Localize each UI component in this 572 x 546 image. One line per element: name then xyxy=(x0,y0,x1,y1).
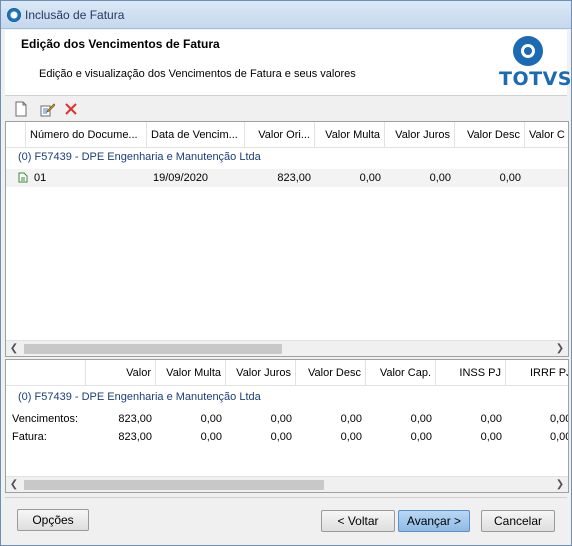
label-column-header xyxy=(6,360,86,386)
edit-icon[interactable] xyxy=(39,101,56,117)
column-header[interactable]: Valor Desc xyxy=(296,360,366,386)
options-button[interactable]: Opções xyxy=(17,509,89,531)
cell-valor-multa: 0,00 xyxy=(359,172,381,184)
cell-value: 823,00 xyxy=(118,413,152,425)
cell-data-vencimento: 19/09/2020 xyxy=(153,172,209,184)
cell-value: 0,00 xyxy=(270,413,292,425)
column-header[interactable]: INSS PJ xyxy=(436,360,506,386)
column-header[interactable]: Valor C xyxy=(525,122,568,148)
column-header[interactable]: Valor Cap. xyxy=(366,360,436,386)
cell-value: 823,00 xyxy=(118,431,152,443)
cell-value: 0,00 xyxy=(270,431,292,443)
group-label[interactable]: (0) F57439 - DPE Engenharia e Manutenção… xyxy=(18,391,261,403)
cell-value: 0,00 xyxy=(550,431,568,443)
cell-value: 0,00 xyxy=(410,431,432,443)
scroll-right-icon[interactable]: ❯ xyxy=(552,341,568,356)
grid-header: Número do Docume... Data de Vencim... Va… xyxy=(6,122,568,148)
scroll-left-icon[interactable]: ❮ xyxy=(6,341,22,356)
delete-icon[interactable] xyxy=(63,101,79,117)
row-label: Fatura: xyxy=(12,431,47,443)
cell-value: 0,00 xyxy=(480,431,502,443)
group-label[interactable]: (0) F57439 - DPE Engenharia e Manutenção… xyxy=(18,151,261,163)
new-document-icon[interactable] xyxy=(13,101,29,117)
column-header[interactable]: IRRF PJ xyxy=(506,360,568,386)
window-title: Inclusão de Fatura xyxy=(25,8,125,22)
cell-value: 0,00 xyxy=(410,413,432,425)
totals-grid: Valor Valor Multa Valor Juros Valor Desc… xyxy=(5,359,569,493)
cell-value: 0,00 xyxy=(340,413,362,425)
vencimentos-grid: Número do Docume... Data de Vencim... Va… xyxy=(5,121,569,357)
dialog-window: Inclusão de Fatura Edição dos Vencimento… xyxy=(0,0,572,546)
cell-value: 0,00 xyxy=(550,413,568,425)
column-header[interactable]: Valor Juros xyxy=(226,360,296,386)
horizontal-scrollbar[interactable]: ❮ ❯ xyxy=(6,340,568,356)
row-selector-header xyxy=(6,122,26,148)
table-row: Fatura: 823,00 0,00 0,00 0,00 0,00 0,00 … xyxy=(6,428,568,446)
wizard-header: Edição dos Vencimentos de Fatura Edição … xyxy=(5,30,571,96)
toolbar xyxy=(5,98,567,120)
next-button[interactable]: Avançar > xyxy=(398,510,470,532)
page-subtitle: Edição e visualização dos Vencimentos de… xyxy=(39,68,356,80)
column-header[interactable]: Data de Vencim... xyxy=(147,122,245,148)
table-row: Vencimentos: 823,00 0,00 0,00 0,00 0,00 … xyxy=(6,410,568,428)
column-header[interactable]: Valor Juros xyxy=(385,122,455,148)
scroll-left-icon[interactable]: ❮ xyxy=(6,477,22,492)
totvs-logo: TOTVS xyxy=(499,36,571,92)
table-row[interactable]: 01 19/09/2020 823,00 0,00 0,00 0,00 xyxy=(6,169,568,187)
scrollbar-thumb[interactable] xyxy=(24,344,282,354)
cancel-button[interactable]: Cancelar xyxy=(481,510,555,532)
cell-value: 0,00 xyxy=(480,413,502,425)
cell-numero: 01 xyxy=(34,172,47,184)
page-title: Edição dos Vencimentos de Fatura xyxy=(21,37,220,51)
app-icon xyxy=(7,8,21,22)
cell-value: 0,00 xyxy=(200,413,222,425)
back-button[interactable]: < Voltar xyxy=(321,510,395,532)
grid-header: Valor Valor Multa Valor Juros Valor Desc… xyxy=(6,360,568,386)
column-header[interactable]: Valor Multa xyxy=(156,360,226,386)
scrollbar-thumb[interactable] xyxy=(24,480,324,490)
column-header[interactable]: Valor Multa xyxy=(315,122,385,148)
row-label: Vencimentos: xyxy=(12,413,79,425)
title-bar: Inclusão de Fatura xyxy=(1,1,571,29)
horizontal-scrollbar[interactable]: ❮ ❯ xyxy=(6,476,568,492)
cell-value: 0,00 xyxy=(200,431,222,443)
column-header[interactable]: Valor xyxy=(86,360,156,386)
cell-valor-desc: 0,00 xyxy=(499,172,521,184)
column-header[interactable]: Número do Docume... xyxy=(26,122,147,148)
logo-text: TOTVS xyxy=(499,68,572,90)
cell-valor-juros: 0,00 xyxy=(429,172,451,184)
cell-valor-original: 823,00 xyxy=(277,172,311,184)
logo-mark-icon xyxy=(513,36,543,66)
scroll-right-icon[interactable]: ❯ xyxy=(552,477,568,492)
column-header[interactable]: Valor Desc xyxy=(455,122,525,148)
footer-divider xyxy=(5,497,567,498)
column-header[interactable]: Valor Ori... xyxy=(245,122,315,148)
cell-value: 0,00 xyxy=(340,431,362,443)
row-document-icon xyxy=(18,172,28,186)
